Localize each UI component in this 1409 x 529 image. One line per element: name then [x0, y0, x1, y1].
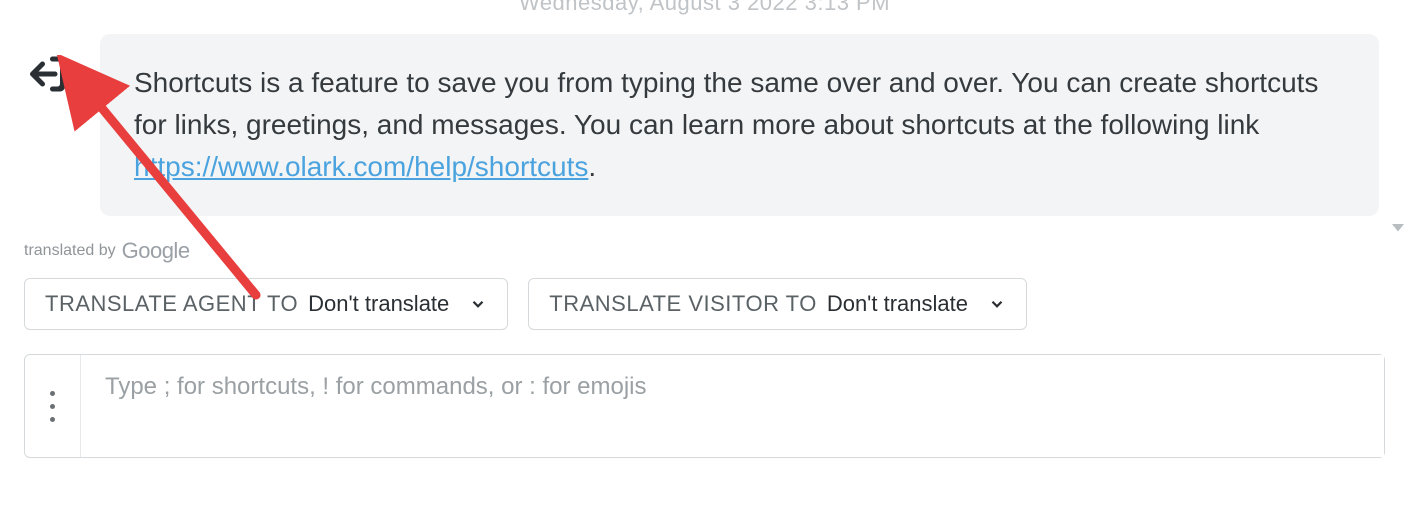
share-action[interactable] [30, 34, 70, 99]
message-link[interactable]: https://www.olark.com/help/shortcuts [134, 151, 588, 182]
composer-drag-handle[interactable] [25, 355, 81, 457]
scroll-down-icon[interactable] [1389, 218, 1407, 236]
translate-visitor-label: TRANSLATE VISITOR TO [549, 291, 817, 317]
google-logo: Google [122, 238, 190, 264]
share-icon [30, 54, 70, 94]
translate-controls: TRANSLATE AGENT TO Don't translate TRANS… [0, 272, 1409, 348]
translated-by-label: translated by [24, 242, 116, 260]
message-timestamp: Wednesday, August 3 2022 3:13 PM [0, 0, 1409, 16]
translate-visitor-select[interactable]: TRANSLATE VISITOR TO Don't translate [528, 278, 1027, 330]
message-text-suffix: . [588, 151, 596, 182]
translate-agent-label: TRANSLATE AGENT TO [45, 291, 298, 317]
translated-by: translated by Google [0, 234, 1409, 272]
message-row: Shortcuts is a feature to save you from … [0, 16, 1409, 234]
message-input[interactable] [81, 355, 1384, 457]
composer [24, 354, 1385, 458]
translate-visitor-value: Don't translate [827, 291, 968, 317]
message-bubble: Shortcuts is a feature to save you from … [100, 34, 1379, 216]
chevron-down-icon [988, 295, 1006, 313]
chevron-down-icon [469, 295, 487, 313]
translate-agent-select[interactable]: TRANSLATE AGENT TO Don't translate [24, 278, 508, 330]
drag-dots-icon [50, 391, 55, 422]
translate-agent-value: Don't translate [308, 291, 449, 317]
message-text: Shortcuts is a feature to save you from … [134, 67, 1318, 140]
